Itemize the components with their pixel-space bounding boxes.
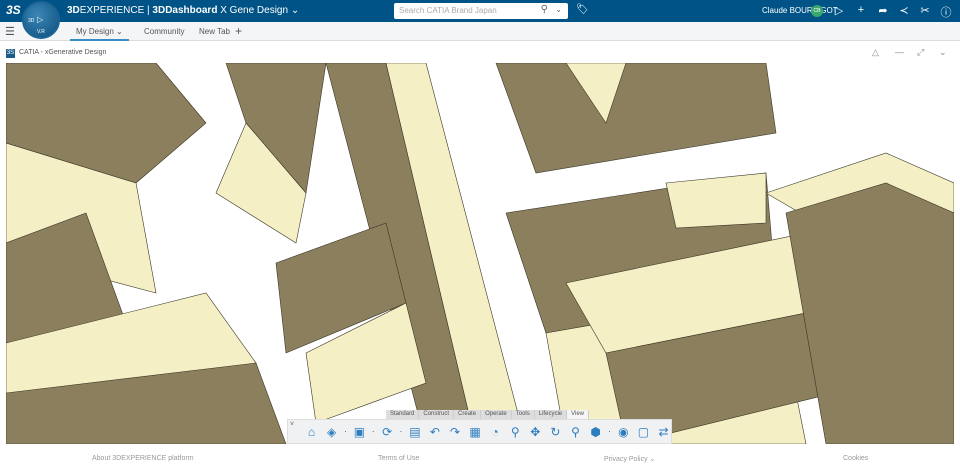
- minimize-icon[interactable]: —: [895, 47, 904, 57]
- rotate-icon[interactable]: ↻: [548, 425, 563, 439]
- save-icon[interactable]: ▣: [352, 425, 367, 439]
- search-placeholder: Search CATIA Brand Japan: [399, 6, 497, 15]
- 3d-viewport[interactable]: [6, 63, 954, 444]
- notification-icon[interactable]: ▷: [832, 4, 846, 17]
- expand-toolbar-icon[interactable]: ˅: [290, 421, 294, 428]
- chevron-down-icon[interactable]: ⌄: [555, 5, 562, 14]
- undo-icon[interactable]: ↶: [427, 425, 442, 439]
- avatar[interactable]: CB: [811, 5, 823, 17]
- pan-icon[interactable]: ✥: [528, 425, 543, 439]
- menu-icon[interactable]: ☰: [5, 25, 15, 38]
- home-icon[interactable]: ⌂: [304, 425, 319, 439]
- about-link[interactable]: About 3DEXPERIENCE platform: [92, 455, 194, 462]
- brand: 3D: [67, 5, 80, 16]
- ds-logo[interactable]: 3S: [6, 3, 21, 17]
- settings-globe-icon[interactable]: ◉: [616, 425, 631, 439]
- privacy-link[interactable]: Privacy Policy ⌄: [604, 455, 655, 463]
- footer: About 3DEXPERIENCE platform Terms of Use…: [0, 450, 960, 468]
- render-style-icon[interactable]: ⬢: [588, 425, 603, 439]
- toolbar-tab-construct[interactable]: Construct: [419, 410, 455, 419]
- widget-header: 3S CATIA - xGenerative Design △ — ⤢ ⌄: [0, 43, 960, 63]
- redo-icon[interactable]: ↷: [447, 425, 462, 439]
- compass-play-icon[interactable]: ▷: [37, 15, 43, 24]
- help-icon[interactable]: ⓘ: [939, 4, 953, 20]
- compass[interactable]: 3D ▷ V.R: [22, 1, 60, 39]
- user-name[interactable]: Claude BOURBIGOT: [762, 6, 838, 15]
- zoom-area-icon[interactable]: ⚲: [568, 425, 583, 439]
- action-bar: ˅ ⌂ ◈ · ▣ · ⟳ · ▤ ↶ ↷ ▦ ◔ ⚲ ✥ ↻ ⚲ ⬢ · ◉ ▢ ⇄: [287, 419, 672, 444]
- view-orientation-icon[interactable]: ◈: [324, 425, 339, 439]
- clipboard-icon[interactable]: ▤: [407, 425, 422, 439]
- compass-label-3d[interactable]: 3D: [28, 18, 34, 24]
- add-icon[interactable]: +: [854, 4, 868, 16]
- tag-icon[interactable]: 🏷: [576, 4, 589, 15]
- toolbar-tab-view[interactable]: View: [567, 410, 590, 419]
- catia-logo-icon: 3S: [6, 49, 15, 58]
- add-tab-icon[interactable]: +: [235, 24, 242, 38]
- diagram-icon[interactable]: ▦: [468, 425, 483, 439]
- tab-bar: ☰ My Design ⌄ Community New Tab +: [0, 22, 960, 41]
- terms-link[interactable]: Terms of Use: [378, 455, 419, 462]
- zoom-icon[interactable]: ⚲: [508, 425, 523, 439]
- tab-new-tab[interactable]: New Tab: [199, 27, 230, 36]
- chevron-down-icon[interactable]: ⌄: [939, 47, 947, 58]
- tools-icon[interactable]: ✂: [918, 4, 932, 17]
- collapse-icon[interactable]: △: [872, 47, 879, 58]
- rss-icon[interactable]: ◔: [488, 425, 503, 439]
- compass-label-vr[interactable]: V.R: [37, 29, 45, 35]
- toolbar-tabs: Standard Construct Create Operate Tools …: [386, 410, 590, 419]
- monitor-settings-icon[interactable]: ▢: [636, 425, 651, 439]
- cookies-link[interactable]: Cookies: [843, 455, 868, 462]
- search-icon[interactable]: ⚲: [541, 4, 548, 15]
- chevron-down-icon[interactable]: ⌄: [291, 5, 299, 16]
- building: [495, 63, 777, 174]
- maximize-icon[interactable]: ⤢: [917, 47, 924, 58]
- network-icon[interactable]: ≺: [897, 4, 911, 17]
- tab-community[interactable]: Community: [144, 27, 184, 36]
- dashboard-name: X Gene Design: [220, 5, 289, 16]
- building: [665, 172, 767, 229]
- refresh-icon[interactable]: ⟳: [380, 425, 395, 439]
- tab-my-design[interactable]: My Design ⌄: [70, 27, 129, 41]
- top-bar: 3S 3DEXPERIENCE | 3DDashboard X Gene Des…: [0, 0, 960, 22]
- search-input[interactable]: Search CATIA Brand Japan ⚲ ⌄: [394, 3, 568, 19]
- toolbar-tab-standard[interactable]: Standard: [386, 410, 420, 419]
- swap-view-icon[interactable]: ⇄: [656, 425, 671, 439]
- toolbar-tab-operate[interactable]: Operate: [481, 410, 512, 419]
- toolbar-tab-tools[interactable]: Tools: [512, 410, 535, 419]
- toolbar-tab-lifecycle[interactable]: Lifecycle: [535, 410, 568, 419]
- toolbar-tab-create[interactable]: Create: [454, 410, 482, 419]
- share-icon[interactable]: ➦: [876, 4, 890, 17]
- app-name: 3DDashboard: [152, 5, 218, 16]
- app-title[interactable]: 3DEXPERIENCE | 3DDashboard X Gene Design…: [67, 5, 299, 16]
- widget-title: CATIA - xGenerative Design: [19, 49, 107, 56]
- brand-rest: EXPERIENCE |: [79, 5, 153, 16]
- 3d-scene[interactable]: [6, 63, 954, 444]
- building: [785, 182, 954, 444]
